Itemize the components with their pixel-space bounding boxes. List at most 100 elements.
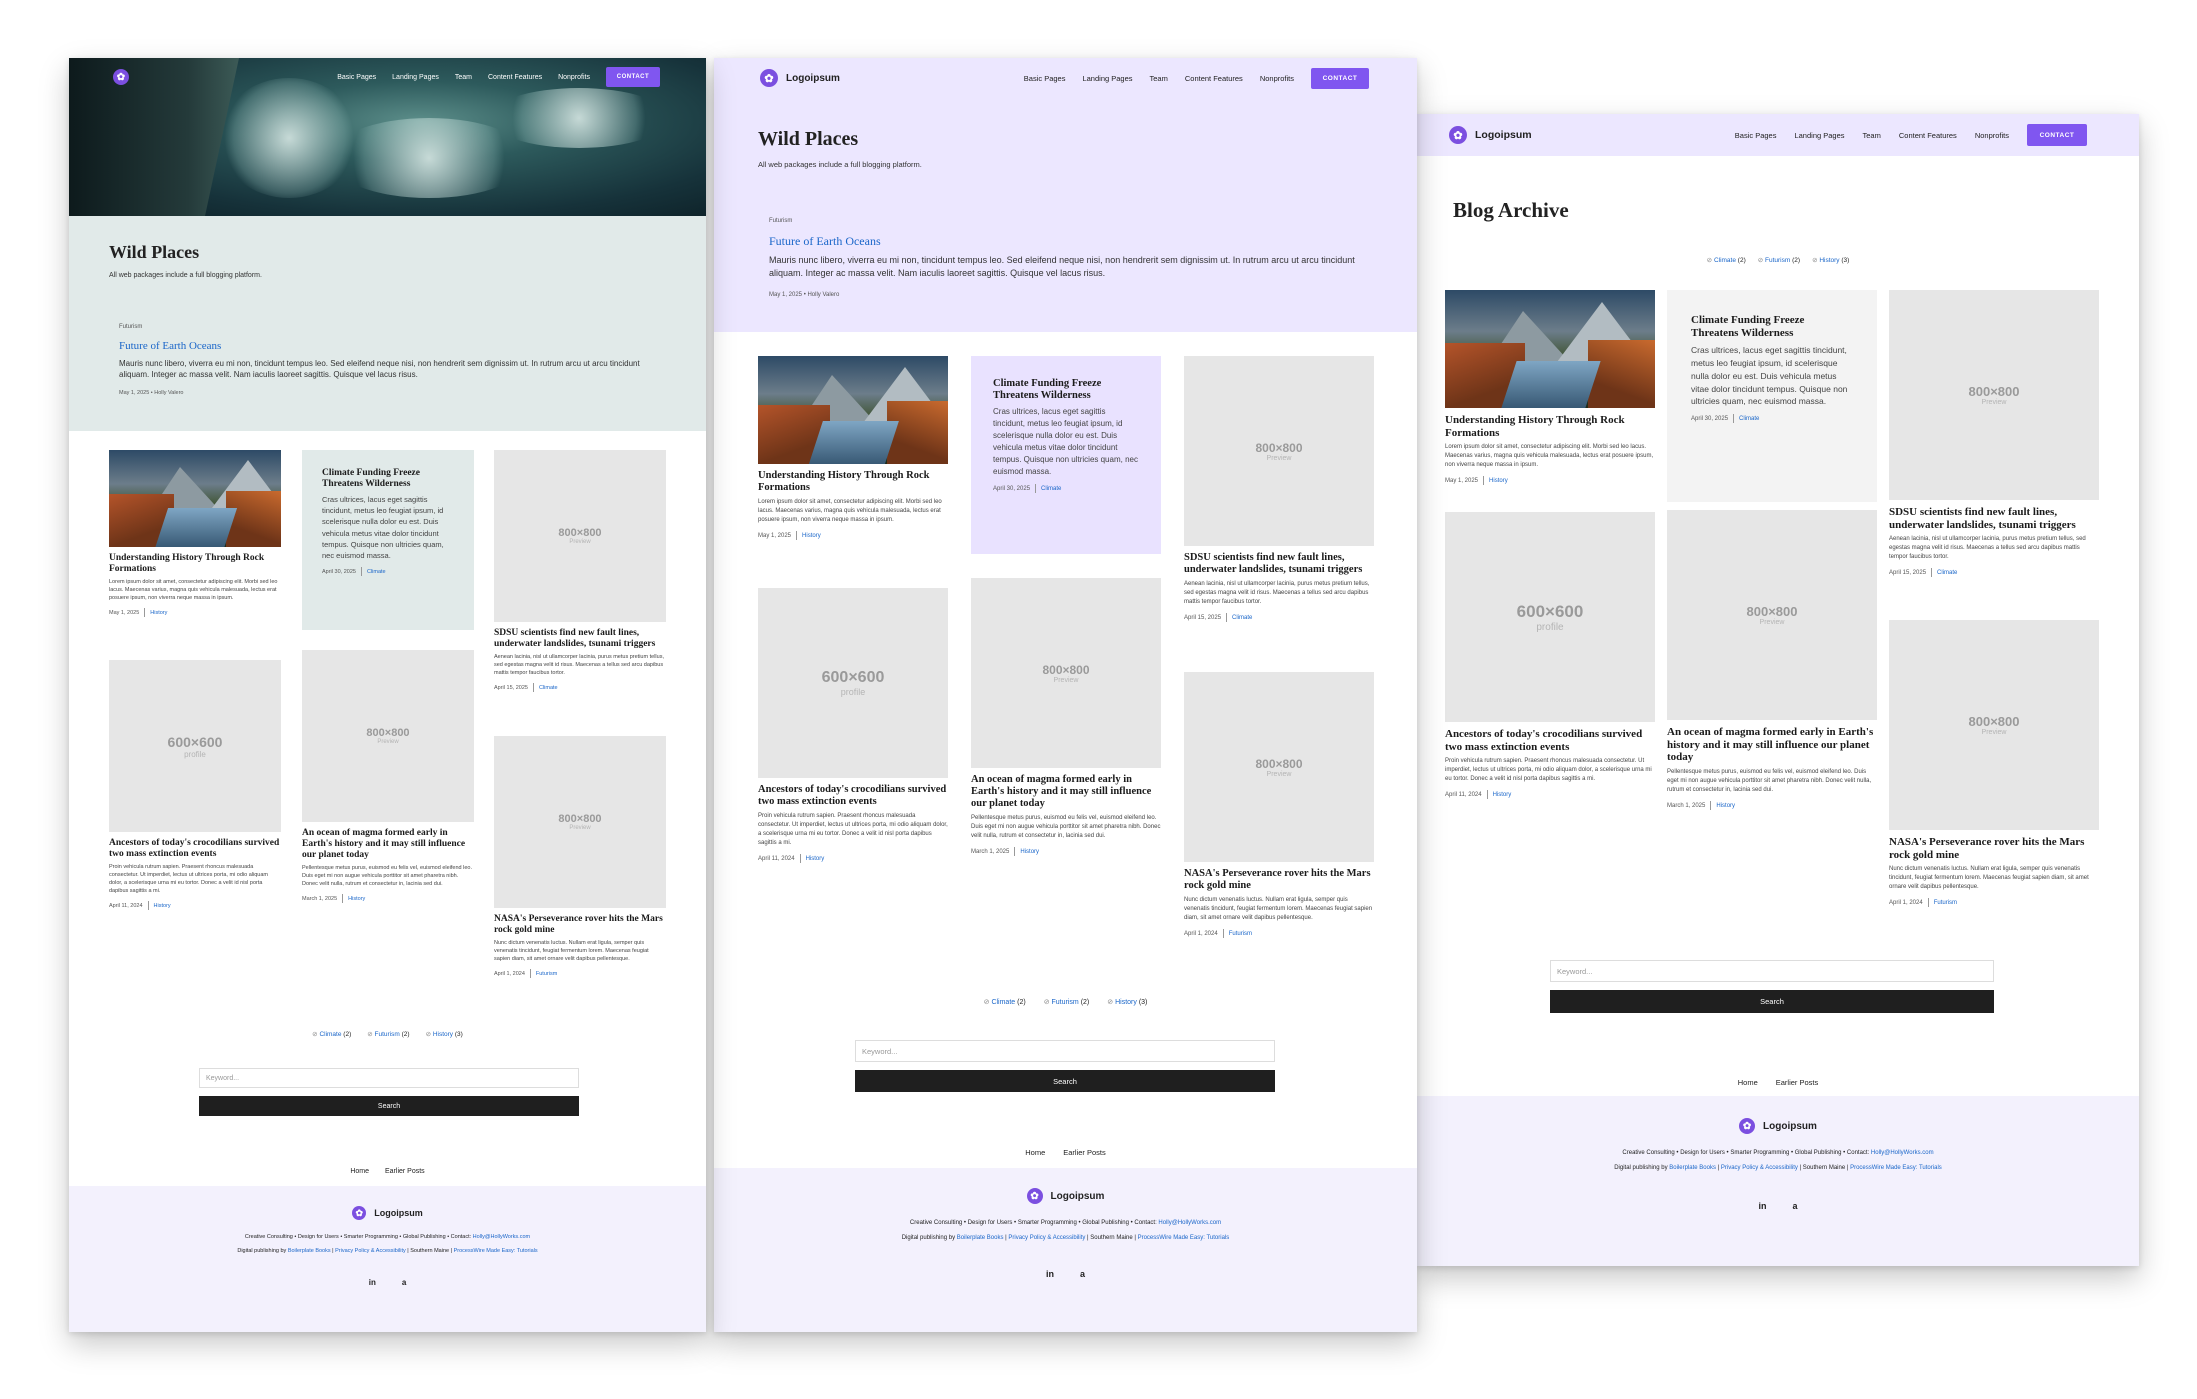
logo[interactable]: ✿ Logoipsum xyxy=(760,69,840,87)
footer-link-tutorials[interactable]: ProcessWire Made Easy: Tutorials xyxy=(1138,1235,1230,1241)
footer-link-boilerplate[interactable]: Boilerplate Books xyxy=(957,1235,1004,1241)
post-title[interactable]: Climate Funding Freeze Threatens Wildern… xyxy=(993,378,1139,402)
post-tag[interactable]: Climate xyxy=(1739,416,1759,422)
post-card-magma[interactable]: 800×800 Preview An ocean of magma formed … xyxy=(1667,510,1877,810)
nav-team[interactable]: Team xyxy=(455,74,472,81)
footer-link-boilerplate[interactable]: Boilerplate Books xyxy=(1669,1165,1716,1171)
search-button[interactable]: Search xyxy=(1550,990,1994,1013)
pager-home[interactable]: Home xyxy=(350,1168,369,1175)
post-tag[interactable]: Futurism xyxy=(1229,931,1252,937)
post-title[interactable]: An ocean of magma formed early in Earth'… xyxy=(971,774,1161,810)
nav-basic-pages[interactable]: Basic Pages xyxy=(1024,74,1066,83)
post-title[interactable]: Climate Funding Freeze Threatens Wildern… xyxy=(1691,314,1853,339)
post-title[interactable]: SDSU scientists find new fault lines, un… xyxy=(1184,552,1374,576)
post-tag[interactable]: Climate xyxy=(539,685,558,691)
post-title[interactable]: NASA's Perseverance rover hits the Mars … xyxy=(1184,868,1374,892)
post-tag[interactable]: History xyxy=(1716,803,1735,809)
contact-button[interactable]: CONTACT xyxy=(1311,67,1369,89)
pager-earlier-posts[interactable]: Earlier Posts xyxy=(385,1168,425,1175)
nav-landing-pages[interactable]: Landing Pages xyxy=(1082,74,1132,83)
footer-link-privacy[interactable]: Privacy Policy & Accessibility xyxy=(1721,1165,1798,1171)
contact-button[interactable]: CONTACT xyxy=(606,67,660,87)
post-tag[interactable]: History xyxy=(150,610,167,616)
footer-link-privacy[interactable]: Privacy Policy & Accessibility xyxy=(1008,1235,1085,1241)
post-title[interactable]: Understanding History Through Rock Forma… xyxy=(1445,414,1655,439)
post-tag[interactable]: History xyxy=(154,903,171,909)
post-tag[interactable]: History xyxy=(1020,849,1039,855)
featured-title[interactable]: Future of Earth Oceans xyxy=(769,234,881,249)
post-tag[interactable]: Climate xyxy=(367,569,386,575)
search-button[interactable]: Search xyxy=(199,1096,579,1116)
post-card-magma[interactable]: 800×800 Preview An ocean of magma formed … xyxy=(302,650,474,903)
post-card-magma[interactable]: 800×800 Preview An ocean of magma formed … xyxy=(971,578,1161,857)
search-input[interactable]: Keyword... xyxy=(1550,960,1994,982)
post-title[interactable]: An ocean of magma formed early in Earth'… xyxy=(302,828,474,861)
nav-team[interactable]: Team xyxy=(1150,74,1168,83)
tag-futurism[interactable]: ⊘ Futurism (2) xyxy=(1044,998,1090,1006)
tag-futurism[interactable]: ⊘ Futurism (2) xyxy=(1758,256,1800,264)
tag-climate[interactable]: ⊘ Climate (2) xyxy=(1707,256,1746,264)
nav-landing-pages[interactable]: Landing Pages xyxy=(392,74,439,81)
post-title[interactable]: NASA's Perseverance rover hits the Mars … xyxy=(494,914,666,936)
post-title[interactable]: Ancestors of today's crocodilians surviv… xyxy=(109,838,281,860)
post-card-climate-funding[interactable]: Climate Funding Freeze Threatens Wildern… xyxy=(1667,290,1877,502)
post-tag[interactable]: History xyxy=(1489,478,1508,484)
post-title[interactable]: An ocean of magma formed early in Earth'… xyxy=(1667,726,1877,764)
post-card-crocodilians[interactable]: 600×600 profile Ancestors of today's croc… xyxy=(1445,512,1655,800)
post-card-rock[interactable]: Understanding History Through Rock Forma… xyxy=(1445,290,1655,486)
post-title[interactable]: Understanding History Through Rock Forma… xyxy=(758,470,948,494)
amazon-icon[interactable]: a xyxy=(1080,1269,1085,1279)
featured-title[interactable]: Future of Earth Oceans xyxy=(119,340,221,352)
post-card-rock[interactable]: Understanding History Through Rock Forma… xyxy=(758,356,948,541)
post-title[interactable]: Climate Funding Freeze Threatens Wildern… xyxy=(322,468,454,490)
footer-link-tutorials[interactable]: ProcessWire Made Easy: Tutorials xyxy=(454,1248,538,1254)
tag-history[interactable]: ⊘ History (3) xyxy=(1107,998,1147,1006)
contact-button[interactable]: CONTACT xyxy=(2027,124,2087,146)
linkedin-icon[interactable]: in xyxy=(1758,1201,1766,1211)
tag-climate[interactable]: ⊘ Climate (2) xyxy=(312,1030,351,1038)
post-tag[interactable]: History xyxy=(806,856,825,862)
post-card-crocodilians[interactable]: 600×600 profile Ancestors of today's croc… xyxy=(758,588,948,864)
amazon-icon[interactable]: a xyxy=(402,1278,406,1287)
post-tag[interactable]: Futurism xyxy=(536,971,557,977)
footer-logo[interactable]: ✿ Logoipsum xyxy=(69,1206,706,1220)
post-title[interactable]: Understanding History Through Rock Forma… xyxy=(109,553,281,575)
post-card-sdsu[interactable]: 800×800 Preview SDSU scientists find new … xyxy=(494,450,666,692)
nav-content-features[interactable]: Content Features xyxy=(1899,131,1957,140)
search-input[interactable]: Keyword... xyxy=(855,1040,1275,1062)
post-tag[interactable]: Climate xyxy=(1232,615,1252,621)
pager-earlier-posts[interactable]: Earlier Posts xyxy=(1776,1078,1819,1087)
pager-home[interactable]: Home xyxy=(1025,1148,1045,1157)
footer-link-privacy[interactable]: Privacy Policy & Accessibility xyxy=(335,1248,406,1254)
search-button[interactable]: Search xyxy=(855,1070,1275,1092)
footer-link-tutorials[interactable]: ProcessWire Made Easy: Tutorials xyxy=(1850,1165,1942,1171)
tag-futurism[interactable]: ⊘ Futurism (2) xyxy=(367,1030,409,1038)
footer-email[interactable]: Holly@HollyWorks.com xyxy=(1158,1220,1221,1226)
footer-email[interactable]: Holly@HollyWorks.com xyxy=(1871,1150,1934,1156)
nav-nonprofits[interactable]: Nonprofits xyxy=(1975,131,2009,140)
nav-basic-pages[interactable]: Basic Pages xyxy=(337,74,376,81)
post-tag[interactable]: Futurism xyxy=(1934,900,1957,906)
footer-logo[interactable]: ✿ Logoipsum xyxy=(1417,1118,2139,1134)
post-tag[interactable]: Climate xyxy=(1041,486,1061,492)
footer-link-boilerplate[interactable]: Boilerplate Books xyxy=(288,1248,331,1254)
post-card-climate-funding[interactable]: Climate Funding Freeze Threatens Wildern… xyxy=(302,450,474,630)
search-input[interactable]: Keyword... xyxy=(199,1068,579,1088)
post-title[interactable]: SDSU scientists find new fault lines, un… xyxy=(1889,506,2099,531)
footer-logo[interactable]: ✿ Logoipsum xyxy=(714,1188,1417,1204)
post-card-sdsu[interactable]: 800×800 Preview SDSU scientists find new … xyxy=(1889,290,2099,578)
post-title[interactable]: Ancestors of today's crocodilians surviv… xyxy=(1445,728,1655,753)
post-card-nasa[interactable]: 800×800 Preview NASA's Perseverance rover… xyxy=(494,736,666,978)
tag-climate[interactable]: ⊘ Climate (2) xyxy=(984,998,1026,1006)
tag-history[interactable]: ⊘ History (3) xyxy=(426,1030,463,1038)
nav-landing-pages[interactable]: Landing Pages xyxy=(1794,131,1844,140)
logo[interactable]: ✿ xyxy=(113,69,129,85)
tag-history[interactable]: ⊘ History (3) xyxy=(1812,256,1849,264)
nav-content-features[interactable]: Content Features xyxy=(488,74,542,81)
post-tag[interactable]: History xyxy=(348,896,365,902)
pager-home[interactable]: Home xyxy=(1738,1078,1758,1087)
post-title[interactable]: SDSU scientists find new fault lines, un… xyxy=(494,628,666,650)
amazon-icon[interactable]: a xyxy=(1792,1201,1797,1211)
nav-nonprofits[interactable]: Nonprofits xyxy=(558,74,590,81)
footer-email[interactable]: Holly@HollyWorks.com xyxy=(473,1234,530,1240)
